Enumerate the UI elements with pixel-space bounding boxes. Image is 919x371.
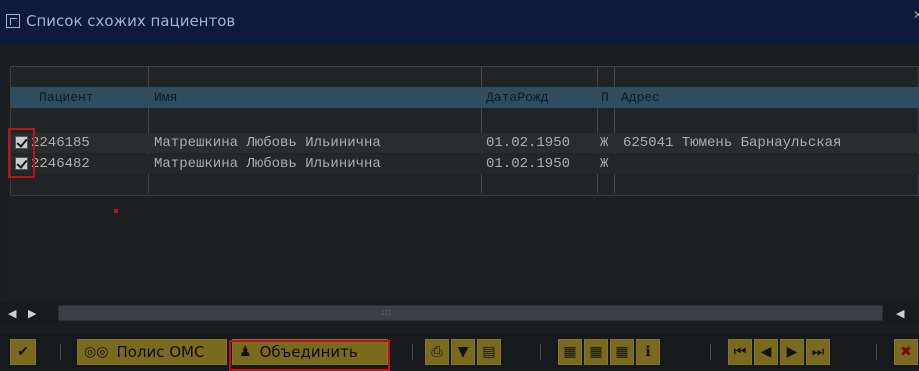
print-icon: ⎙ bbox=[431, 344, 443, 360]
prev-page-icon: ◀ bbox=[760, 344, 772, 360]
close-icon[interactable]: ✕ bbox=[913, 8, 919, 30]
marker-dot bbox=[114, 209, 118, 213]
column-header-sex[interactable]: П bbox=[601, 90, 609, 105]
checkmark-icon: ✔ bbox=[17, 344, 29, 360]
filter-icon: ▼ bbox=[457, 344, 469, 360]
info-icon: ℹ bbox=[645, 344, 651, 360]
merge-highlight bbox=[229, 340, 390, 371]
patient-name: Матрешкина Любовь Ильинична bbox=[154, 135, 381, 151]
grid-cols-button[interactable]: ▦ bbox=[610, 339, 634, 365]
window-icon bbox=[6, 14, 20, 28]
grid-select-button[interactable]: ▦ bbox=[584, 339, 608, 365]
address: 625041 Тюмень Барнаульская bbox=[623, 135, 842, 151]
first-page-button[interactable]: ⏮ bbox=[728, 339, 752, 365]
info-button[interactable]: ℹ bbox=[636, 339, 660, 365]
export-icon: ▤ bbox=[482, 344, 496, 360]
title-bar: Список схожих пациентов ✕ bbox=[0, 0, 919, 44]
oms-policy-label: Полис ОМС bbox=[116, 343, 205, 361]
grid-icon: ▦ bbox=[563, 344, 577, 360]
table-empty-area bbox=[10, 196, 919, 298]
grid-cols-icon: ▦ bbox=[615, 344, 629, 360]
oms-policy-button[interactable]: ◎◎ Полис ОМС bbox=[77, 339, 227, 365]
glasses-icon: ◎◎ bbox=[84, 344, 109, 360]
window-title: Список схожих пациентов bbox=[26, 12, 236, 30]
patient-id: 2246185 bbox=[31, 135, 90, 151]
cancel-button[interactable]: ✖ bbox=[894, 339, 918, 365]
confirm-button[interactable]: ✔ bbox=[10, 339, 36, 365]
horizontal-scrollbar[interactable]: ◀ ▶ ::: ◀ bbox=[0, 302, 919, 324]
birth-date: 01.02.1950 bbox=[486, 135, 571, 151]
birth-date: 01.02.1950 bbox=[486, 156, 571, 172]
first-page-icon: ⏮ bbox=[733, 344, 747, 360]
column-header-address[interactable]: Адрес bbox=[621, 90, 660, 105]
cancel-icon: ✖ bbox=[900, 344, 912, 360]
column-header-name[interactable]: Имя bbox=[154, 90, 177, 105]
next-page-button[interactable]: ▶ bbox=[780, 339, 804, 365]
table-row[interactable]: 2246185 Матрешкина Любовь Ильинична 01.0… bbox=[11, 133, 919, 153]
prev-page-button[interactable]: ◀ bbox=[754, 339, 778, 365]
print-button[interactable]: ⎙ bbox=[425, 339, 449, 365]
patients-table: Пациент Имя ДатаРожд П Адрес 2246185 Мат… bbox=[10, 66, 919, 196]
scroll-left-icon[interactable]: ◀ bbox=[8, 307, 16, 320]
scroll-track[interactable]: ::: bbox=[58, 305, 883, 321]
last-page-icon: ⏭ bbox=[811, 344, 825, 360]
next-page-icon: ▶ bbox=[786, 344, 798, 360]
scroll-left-end-icon[interactable]: ◀ bbox=[896, 307, 904, 320]
export-button[interactable]: ▤ bbox=[477, 339, 501, 365]
scroll-right-icon[interactable]: ▶ bbox=[28, 307, 36, 320]
grid-button[interactable]: ▦ bbox=[558, 339, 582, 365]
patient-id: 2246482 bbox=[31, 156, 90, 172]
toolbar: ✔ ◎◎ Полис ОМС ♟ Объединить ⎙ ▼ ▤ ▦ ▦ ▦ … bbox=[0, 334, 919, 371]
sex: Ж bbox=[600, 135, 609, 151]
filter-button[interactable]: ▼ bbox=[451, 339, 475, 365]
column-header-patient[interactable]: Пациент bbox=[39, 90, 94, 105]
patient-name: Матрешкина Любовь Ильинична bbox=[154, 156, 381, 172]
table-row[interactable]: 2246482 Матрешкина Любовь Ильинична 01.0… bbox=[11, 154, 919, 174]
checkbox-highlight bbox=[8, 128, 35, 178]
sex: Ж bbox=[600, 156, 609, 172]
grid-select-icon: ▦ bbox=[589, 344, 603, 360]
column-header-birthdate[interactable]: ДатаРожд bbox=[486, 90, 548, 105]
last-page-button[interactable]: ⏭ bbox=[806, 339, 830, 365]
